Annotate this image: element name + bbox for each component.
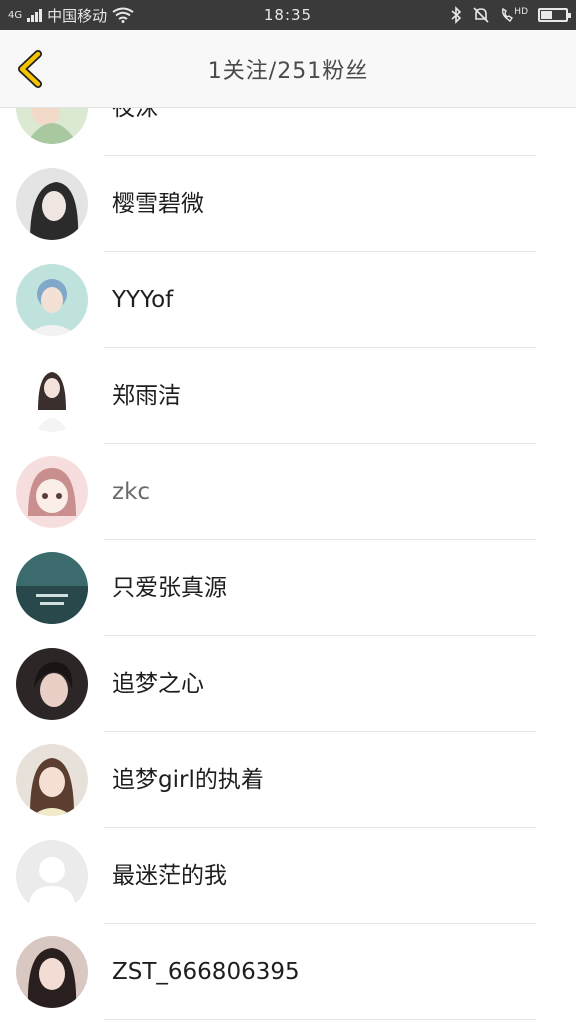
fan-name: 追梦girl的执着 xyxy=(112,767,264,793)
status-left: 4G 中国移动 xyxy=(8,5,198,26)
fan-name: 只爱张真源 xyxy=(112,575,227,601)
fan-name: ZST_666806395 xyxy=(112,959,300,985)
avatar[interactable] xyxy=(16,936,88,1008)
network-type: 4G xyxy=(8,9,23,21)
back-button[interactable] xyxy=(12,48,52,90)
list-item[interactable]: zkc xyxy=(0,444,576,540)
list-item[interactable]: 夜沫 xyxy=(0,108,576,156)
list-item[interactable]: 樱雪碧微 xyxy=(0,156,576,252)
carrier-name: 中国移动 xyxy=(47,6,108,25)
battery-icon xyxy=(538,8,571,22)
fans-list[interactable]: 夜沫 樱雪碧微 YYYof 郑雨洁 zkc 只爱张真源 追梦之心 追梦girl的… xyxy=(0,108,576,1024)
fans-list-inner: 夜沫 樱雪碧微 YYYof 郑雨洁 zkc 只爱张真源 追梦之心 追梦girl的… xyxy=(0,108,576,1020)
avatar[interactable] xyxy=(16,264,88,336)
avatar[interactable] xyxy=(16,108,88,144)
status-time: 18:35 xyxy=(263,6,313,24)
chevron-left-icon xyxy=(18,50,42,88)
fan-name: 夜沫 xyxy=(112,108,158,121)
status-right: HD xyxy=(378,6,571,24)
hd-label: HD xyxy=(514,7,528,17)
list-item[interactable]: 只爱张真源 xyxy=(0,540,576,636)
list-item[interactable]: 最迷茫的我 xyxy=(0,828,576,924)
list-item[interactable]: ZST_666806395 xyxy=(0,924,576,1020)
avatar[interactable] xyxy=(16,744,88,816)
mute-bell-icon xyxy=(473,7,489,23)
avatar[interactable] xyxy=(16,360,88,432)
hd-call-icon: HD xyxy=(500,7,528,23)
page-title: 1关注/251粉丝 xyxy=(207,58,369,84)
bluetooth-icon xyxy=(451,6,462,24)
list-item[interactable]: 郑雨洁 xyxy=(0,348,576,444)
page-header: 1关注/251粉丝 xyxy=(0,30,576,108)
list-item[interactable]: 追梦之心 xyxy=(0,636,576,732)
fan-name: zkc xyxy=(112,479,151,505)
avatar[interactable] xyxy=(16,648,88,720)
avatar[interactable] xyxy=(16,840,88,912)
default-avatar-icon xyxy=(16,840,88,912)
fan-name: 追梦之心 xyxy=(112,671,204,697)
status-bar: 4G 中国移动 18:35 HD xyxy=(0,0,576,30)
fan-name: 樱雪碧微 xyxy=(112,191,204,217)
list-item[interactable]: 追梦girl的执着 xyxy=(0,732,576,828)
list-item[interactable]: YYYof xyxy=(0,252,576,348)
fan-name: 郑雨洁 xyxy=(112,383,181,409)
avatar[interactable] xyxy=(16,456,88,528)
divider xyxy=(104,1019,536,1020)
signal-icon xyxy=(27,8,43,22)
fan-name: 最迷茫的我 xyxy=(112,863,227,889)
avatar[interactable] xyxy=(16,168,88,240)
wifi-icon xyxy=(112,7,134,23)
fan-name: YYYof xyxy=(112,287,174,313)
avatar[interactable] xyxy=(16,552,88,624)
